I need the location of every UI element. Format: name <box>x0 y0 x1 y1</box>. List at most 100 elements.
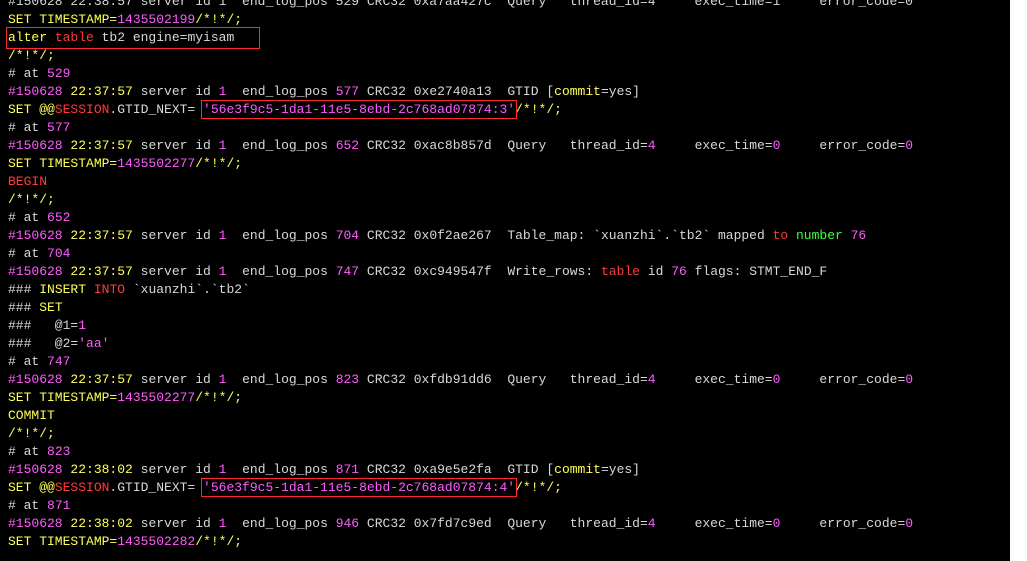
highlighted-statement: alter table tb2 engine=myisam <box>5 27 261 49</box>
log-text: 946 <box>335 516 360 531</box>
log-text: /*!*/; <box>195 390 243 405</box>
log-text: SET <box>39 300 63 315</box>
log-text: flags: STMT_END_F <box>686 264 828 279</box>
log-text: 1435502199 <box>117 12 196 27</box>
log-text: #150628 <box>8 138 71 153</box>
log-text: 747 <box>335 264 360 279</box>
log-text: ### <box>8 282 40 297</box>
log-text: # at <box>8 66 48 81</box>
log-text: 1435502277 <box>117 156 196 171</box>
terminal-line: # at 704 <box>8 245 70 263</box>
terminal-line: ### SET <box>8 299 63 317</box>
log-text: SET TIMESTAMP= <box>8 12 118 27</box>
log-text: #150628 <box>8 84 71 99</box>
log-text: 1 <box>78 318 87 333</box>
terminal-line: #150628 22:37:57 server id 1 end_log_pos… <box>8 227 866 245</box>
log-text: end_log_pos <box>226 264 336 279</box>
log-text: 1435502277 <box>117 390 196 405</box>
log-text: 652 <box>335 138 360 153</box>
log-text: 577 <box>47 120 71 135</box>
log-text: end_log_pos <box>226 372 336 387</box>
log-text: /*!*/; <box>8 48 55 63</box>
log-text: error_code= <box>780 138 906 153</box>
log-text: #150628 22:38:57 server id 1 end_log_pos… <box>8 0 913 9</box>
log-text: server id <box>132 372 219 387</box>
log-text: INSERT <box>39 282 87 297</box>
log-text: #150628 <box>8 228 71 243</box>
log-text: commit <box>554 84 601 99</box>
log-text: 22:37:57 <box>70 372 133 387</box>
log-text: id <box>639 264 672 279</box>
terminal-line: # at 823 <box>8 443 70 461</box>
log-text: .GTID_NEXT= <box>109 102 204 117</box>
terminal-line: #150628 22:37:57 server id 1 end_log_pos… <box>8 371 913 389</box>
log-text: end_log_pos <box>226 138 336 153</box>
log-text: # at <box>8 246 48 261</box>
log-text: 22:37:57 <box>70 228 133 243</box>
log-text: commit <box>554 462 601 477</box>
log-text: SET TIMESTAMP= <box>8 534 118 549</box>
log-text: exec_time= <box>655 138 773 153</box>
log-text: 871 <box>335 462 360 477</box>
terminal-line: #150628 22:37:57 server id 1 end_log_pos… <box>8 263 827 281</box>
log-text: /*!*/; <box>8 192 55 207</box>
log-text: server id <box>132 516 219 531</box>
log-text: .GTID_NEXT= <box>109 480 204 495</box>
log-text: tb2 engine=myisam <box>93 30 235 45</box>
log-text: table <box>600 264 640 279</box>
log-text: BEGIN <box>8 174 48 189</box>
log-text: 76 <box>850 228 867 243</box>
log-text: server id <box>132 462 219 477</box>
log-text: #150628 <box>8 462 71 477</box>
terminal-line: # at 529 <box>8 65 70 83</box>
highlighted-gtid: '56e3f9c5-1da1-11e5-8ebd-2c768ad07874:3' <box>201 100 518 119</box>
log-text: SET @@ <box>8 480 55 495</box>
log-text: exec_time= <box>655 516 773 531</box>
log-text: # at <box>8 210 48 225</box>
log-text: server id <box>132 264 219 279</box>
log-text: ### @2= <box>8 336 79 351</box>
log-text: end_log_pos <box>226 228 336 243</box>
terminal-line: ### @1=1 <box>8 317 86 335</box>
log-text: 871 <box>47 498 71 513</box>
terminal-line: SET @@SESSION.GTID_NEXT= '56e3f9c5-1da1-… <box>8 100 562 119</box>
terminal-line: SET TIMESTAMP=1435502277/*!*/; <box>8 389 242 407</box>
log-text: =yes] <box>600 462 640 477</box>
log-text: server id <box>132 228 219 243</box>
terminal-line: # at 871 <box>8 497 70 515</box>
log-text: number <box>796 228 843 243</box>
scrollbar[interactable] <box>1010 0 1027 561</box>
log-text: SET TIMESTAMP= <box>8 156 118 171</box>
terminal-line: SET TIMESTAMP=1435502282/*!*/; <box>8 533 242 551</box>
log-text: =yes] <box>600 84 640 99</box>
log-text: CRC32 0x7fd7c9ed Query thread_id= <box>359 516 648 531</box>
log-text: /*!*/; <box>195 12 243 27</box>
terminal-line: #150628 22:38:02 server id 1 end_log_pos… <box>8 461 640 479</box>
terminal-line: # at 577 <box>8 119 70 137</box>
log-text: SESSION <box>54 480 110 495</box>
terminal-line: ### INSERT INTO `xuanzhi`.`tb2` <box>8 281 250 299</box>
log-text: # at <box>8 498 48 513</box>
log-text: 823 <box>47 444 71 459</box>
terminal-line: /*!*/; <box>8 425 55 443</box>
highlighted-gtid: '56e3f9c5-1da1-11e5-8ebd-2c768ad07874:4' <box>201 478 518 497</box>
log-text: CRC32 0xac8b857d Query thread_id= <box>359 138 648 153</box>
log-text: 823 <box>335 372 360 387</box>
log-text: end_log_pos <box>226 462 336 477</box>
log-text: server id <box>132 138 219 153</box>
log-text: #150628 <box>8 516 71 531</box>
log-text: 4 <box>647 138 656 153</box>
terminal-line: SET TIMESTAMP=1435502277/*!*/; <box>8 155 242 173</box>
log-text: CRC32 0xe2740a13 GTID [ <box>359 84 555 99</box>
log-text: #150628 <box>8 264 71 279</box>
terminal-line: #150628 22:37:57 server id 1 end_log_pos… <box>8 137 913 155</box>
log-text: 4 <box>647 372 656 387</box>
log-text: error_code= <box>780 516 906 531</box>
log-text: 76 <box>671 264 687 279</box>
log-text: end_log_pos <box>226 84 336 99</box>
terminal-line: COMMIT <box>8 407 55 425</box>
log-text: 704 <box>47 246 71 261</box>
terminal-output[interactable]: #150628 22:38:57 server id 1 end_log_pos… <box>0 0 1010 561</box>
